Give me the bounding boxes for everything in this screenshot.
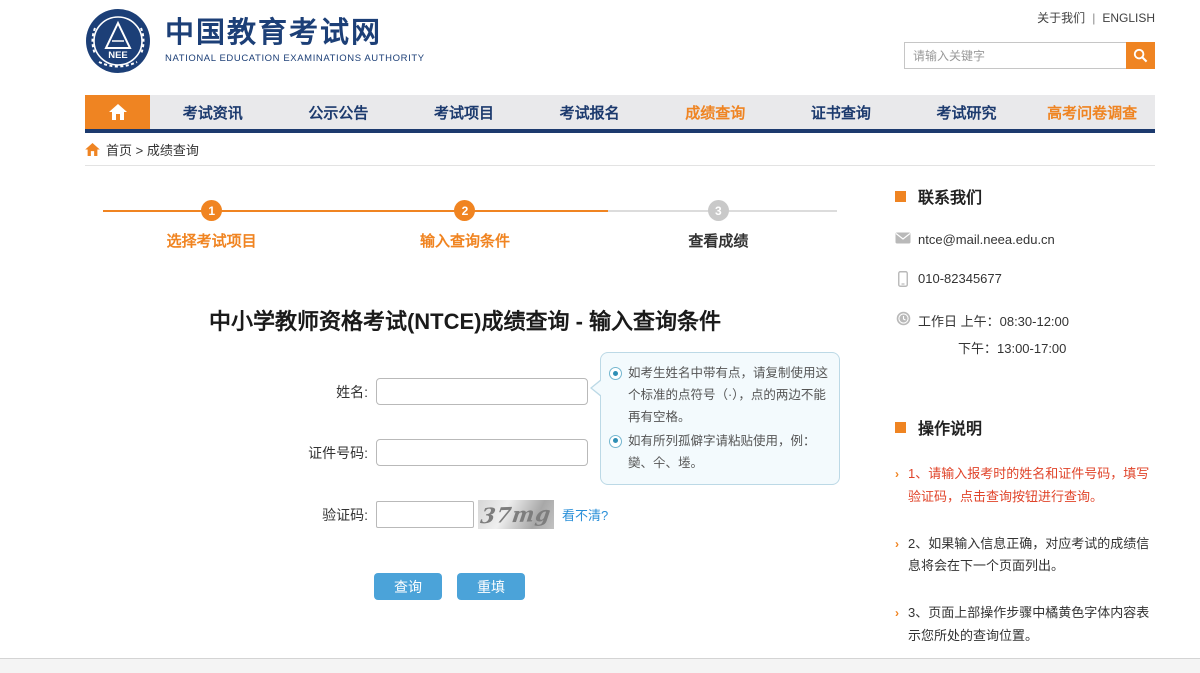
nav-item-exam-programs[interactable]: 考试项目 — [401, 95, 527, 129]
captcha-input[interactable] — [376, 501, 474, 528]
link-separator: | — [1092, 11, 1095, 25]
contact-hours-line2: 下午：13:00-17:00 — [895, 338, 1155, 357]
breadcrumb: 首页 > 成绩查询 — [85, 133, 1155, 166]
search-icon — [1133, 48, 1148, 63]
tooltip-note-2: 如有所列孤僻字请粘贴使用，例：奱、仐、堘。 — [609, 431, 829, 475]
step-indicator: 1 选择考试项目 2 输入查询条件 3 查看成绩 — [85, 200, 845, 258]
about-us-link[interactable]: 关于我们 — [1037, 11, 1085, 25]
step-2-dot: 2 — [454, 200, 475, 221]
breadcrumb-current: 成绩查询 — [147, 143, 199, 158]
orange-square-bullet — [895, 422, 906, 433]
query-button[interactable]: 查询 — [374, 573, 442, 600]
site-subtitle: NATIONAL EDUCATION EXAMINATIONS AUTHORIT… — [165, 53, 425, 64]
home-icon — [109, 104, 127, 120]
clock-icon — [896, 311, 911, 326]
nav-item-score-query[interactable]: 成绩查询 — [653, 95, 779, 129]
contact-phone-text: 010-82345677 — [918, 271, 1002, 286]
radio-bullet-icon — [609, 367, 622, 380]
instruction-item-2: › 2、如果输入信息正确，对应考试的成绩信息将会在下一个页面列出。 — [895, 533, 1155, 579]
phone-icon — [898, 271, 908, 287]
reset-button[interactable]: 重填 — [457, 573, 525, 600]
top-utility-links: 关于我们 | ENGLISH — [1037, 9, 1155, 26]
breadcrumb-separator: > — [136, 143, 144, 158]
arrow-bullet-icon: › — [895, 534, 899, 555]
step-2-label: 输入查询条件 — [420, 230, 510, 251]
name-label: 姓名: — [290, 382, 368, 402]
step-1-dot: 1 — [201, 200, 222, 221]
step-3-view-scores: 3 查看成绩 — [592, 200, 845, 251]
instruction-item-3: › 3、页面上部操作步骤中橘黄色字体内容表示您所处的查询位置。 — [895, 602, 1155, 648]
neea-emblem-icon: NEE — [85, 8, 151, 74]
english-link[interactable]: ENGLISH — [1102, 11, 1155, 25]
instructions-section-title: 操作说明 — [895, 415, 1155, 439]
page-title: 中小学教师资格考试(NTCE)成绩查询 - 输入查询条件 — [85, 304, 845, 336]
main-content: 1 选择考试项目 2 输入查询条件 3 查看成绩 中小学教师资格考试(NTCE)… — [85, 166, 845, 648]
main-navigation: 考试资讯 公示公告 考试项目 考试报名 成绩查询 证书查询 考试研究 高考问卷调… — [85, 95, 1155, 133]
captcha-label: 验证码: — [290, 505, 368, 525]
step-2-enter-criteria: 2 输入查询条件 — [338, 200, 591, 251]
contact-hours-line1: 工作日 上午：08:30-12:00 — [918, 311, 1069, 330]
nav-item-exam-research[interactable]: 考试研究 — [904, 95, 1030, 129]
nav-item-certificate-query[interactable]: 证书查询 — [778, 95, 904, 129]
arrow-bullet-icon: › — [895, 464, 899, 485]
breadcrumb-home-link[interactable]: 首页 — [106, 143, 132, 158]
site-header: NEE 中国教育考试网 NATIONAL EDUCATION EXAMINATI… — [85, 0, 1155, 95]
breadcrumb-home-icon — [85, 143, 100, 156]
step-1-label: 选择考试项目 — [167, 230, 257, 251]
id-number-label: 证件号码: — [290, 443, 368, 463]
name-input[interactable] — [376, 378, 588, 405]
score-query-form: 姓名: 证件号码: 验证码: 37mg 看不清? 查询 重填 — [85, 378, 845, 600]
arrow-bullet-icon: › — [895, 603, 899, 624]
step-1-select-exam: 1 选择考试项目 — [85, 200, 338, 251]
site-title: 中国教育考试网 — [165, 18, 425, 50]
search-input[interactable] — [904, 42, 1126, 69]
contact-email: ntce@mail.neea.edu.cn — [895, 232, 1155, 247]
envelope-icon — [895, 232, 911, 244]
id-number-input[interactable] — [376, 439, 588, 466]
nav-item-exam-registration[interactable]: 考试报名 — [527, 95, 653, 129]
nav-item-exam-news[interactable]: 考试资讯 — [150, 95, 276, 129]
nav-item-gaokao-survey[interactable]: 高考问卷调查 — [1029, 95, 1155, 129]
step-3-label: 查看成绩 — [688, 230, 748, 251]
site-logo: NEE 中国教育考试网 NATIONAL EDUCATION EXAMINATI… — [85, 8, 425, 74]
contact-hours: 工作日 上午：08:30-12:00 — [895, 311, 1155, 330]
search-box — [904, 42, 1155, 69]
step-3-dot: 3 — [708, 200, 729, 221]
instruction-item-1: › 1、请输入报考时的姓名和证件号码，填写验证码，点击查询按钮进行查询。 — [895, 463, 1155, 509]
footer-bar — [0, 658, 1200, 673]
captcha-code-text: 37mg — [479, 501, 553, 528]
contact-email-text: ntce@mail.neea.edu.cn — [918, 232, 1055, 247]
sidebar: 联系我们 ntce@mail.neea.edu.cn 010-82345677 — [895, 166, 1155, 648]
nav-item-announcements[interactable]: 公示公告 — [276, 95, 402, 129]
contact-section-title: 联系我们 — [895, 184, 1155, 208]
name-input-tooltip: 如考生姓名中带有点，请复制使用这个标准的点符号（·），点的两边不能再有空格。 如… — [600, 352, 840, 485]
svg-text:NEE: NEE — [108, 50, 128, 61]
search-button[interactable] — [1126, 42, 1155, 69]
captcha-image[interactable]: 37mg — [478, 500, 554, 529]
radio-bullet-icon — [609, 435, 622, 448]
contact-phone: 010-82345677 — [895, 271, 1155, 287]
tooltip-note-1: 如考生姓名中带有点，请复制使用这个标准的点符号（·），点的两边不能再有空格。 — [609, 363, 829, 429]
orange-square-bullet — [895, 191, 906, 202]
nav-home-button[interactable] — [85, 95, 150, 129]
captcha-refresh-link[interactable]: 看不清? — [562, 505, 608, 524]
instructions-section: 操作说明 › 1、请输入报考时的姓名和证件号码，填写验证码，点击查询按钮进行查询… — [895, 415, 1155, 648]
